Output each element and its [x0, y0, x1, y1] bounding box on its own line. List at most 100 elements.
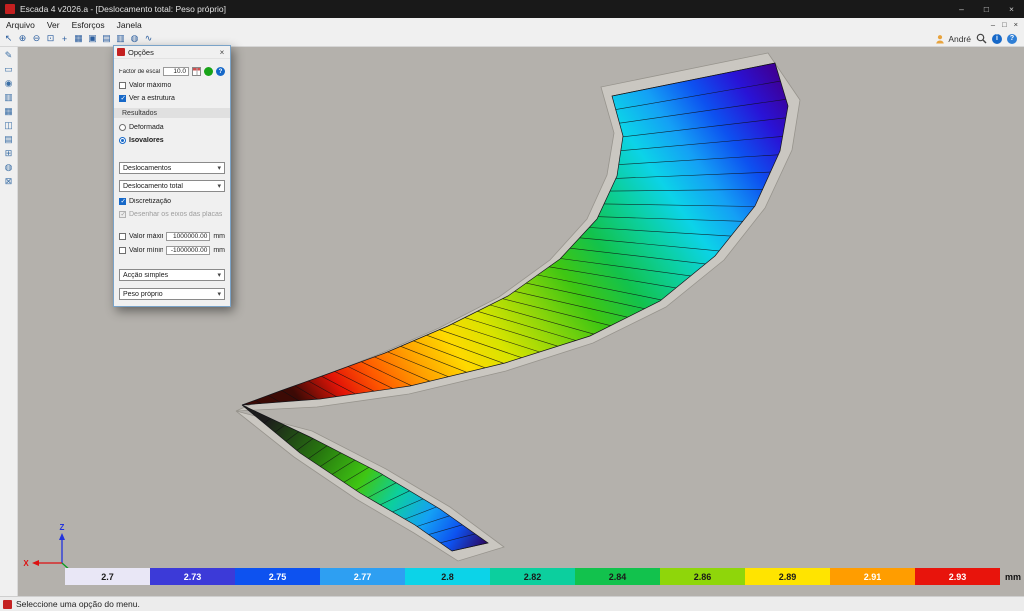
- dropdown-load-case[interactable]: Peso próprio ▾: [119, 288, 225, 300]
- left-toolbar: ✎▭◉▥▦◫▤⊞◍⊠: [0, 47, 18, 596]
- scale-factor-input[interactable]: 10.0: [163, 67, 189, 76]
- color-scale-segment: 2.73: [150, 568, 235, 585]
- color-scale-segment: 2.77: [320, 568, 405, 585]
- layers-icon[interactable]: ▥: [2, 91, 16, 104]
- app-icon: [5, 4, 15, 14]
- checkbox-display-max[interactable]: Valor máximo: [119, 81, 225, 89]
- axes-triad: Z X: [23, 523, 74, 574]
- titlebar: Escada 4 v2026.a - [Deslocamento total: …: [0, 0, 1024, 18]
- color-scale-segment: 2.75: [235, 568, 320, 585]
- print-icon[interactable]: ▤: [100, 32, 113, 45]
- checkbox-label: Valor máximo: [129, 82, 171, 89]
- axis-x-label: X: [23, 559, 29, 568]
- axis-z-label: Z: [60, 523, 65, 532]
- dropdown-value: Peso próprio: [123, 291, 163, 298]
- maximize-button[interactable]: □: [974, 0, 999, 18]
- checkbox-icon[interactable]: [119, 233, 126, 240]
- toolbar-right: André i ?: [935, 33, 1024, 44]
- dialog-body: Factor de escala para os deslocamentos 1…: [114, 59, 230, 306]
- grid-icon[interactable]: ▦: [72, 32, 85, 45]
- help-icon[interactable]: ?: [1007, 34, 1017, 44]
- toolbar-buttons: ↖⊕⊖⊡+▦▣▤▥◍∿: [2, 32, 156, 45]
- menu-esforços[interactable]: Esforços: [66, 20, 111, 30]
- table-icon[interactable]: [192, 67, 201, 76]
- pointer-icon[interactable]: ↖: [2, 32, 15, 45]
- isovalue-surface-main: [242, 63, 788, 405]
- loads-icon[interactable]: ⊞: [2, 147, 16, 160]
- min-value-input[interactable]: -1000000.00: [166, 246, 210, 255]
- checkbox-label: Valor máximo: [129, 233, 163, 240]
- checkbox-plate-axes: Desenhar os eixos das placas: [119, 210, 225, 218]
- info-icon[interactable]: i: [992, 34, 1002, 44]
- checkbox-discretization[interactable]: Discretização: [119, 197, 225, 205]
- dropdown-value: Deslocamento total: [123, 183, 183, 190]
- dialog-help-icon[interactable]: ?: [216, 67, 225, 76]
- copy-icon[interactable]: ▣: [86, 32, 99, 45]
- group-header-results: Resultados: [114, 108, 230, 118]
- dialog-close-icon[interactable]: ×: [217, 47, 227, 57]
- dropdown-action-type[interactable]: Acção simples ▾: [119, 269, 225, 281]
- scale-factor-row: Factor de escala para os deslocamentos 1…: [119, 67, 225, 76]
- radio-deformed[interactable]: Deformada: [119, 123, 225, 131]
- radio-label: Isovalores: [129, 137, 164, 144]
- materials-icon[interactable]: ▤: [2, 133, 16, 146]
- color-scale-segment: 2.84: [575, 568, 660, 585]
- user-name: André: [948, 34, 971, 44]
- menu-janela[interactable]: Janela: [111, 20, 148, 30]
- checkbox-show-structure[interactable]: Ver a estrutura: [119, 94, 225, 102]
- dropdown-result-type[interactable]: Deslocamentos ▾: [119, 162, 225, 174]
- window-title: Escada 4 v2026.a - [Deslocamento total: …: [20, 4, 949, 14]
- pan-icon[interactable]: +: [58, 32, 71, 45]
- layers-icon[interactable]: ▥: [114, 32, 127, 45]
- checkbox-label: Ver a estrutura: [129, 95, 175, 102]
- grid-icon[interactable]: ▦: [2, 105, 16, 118]
- chart-icon[interactable]: ∿: [142, 32, 155, 45]
- color-scale-unit: mm: [1005, 568, 1021, 585]
- color-scale-segment: 2.93: [915, 568, 1000, 585]
- mdi-restore-button[interactable]: □: [1002, 20, 1007, 29]
- settings-icon[interactable]: ⊠: [2, 175, 16, 188]
- max-value-row: Valor máximo 1000000.00 mm: [119, 232, 225, 241]
- dialog-title: Opções: [128, 48, 214, 57]
- search-icon[interactable]: [976, 33, 987, 44]
- chevron-down-icon: ▾: [217, 182, 221, 190]
- render-icon[interactable]: ◍: [128, 32, 141, 45]
- color-scale-segment: 2.86: [660, 568, 745, 585]
- apply-icon[interactable]: [204, 67, 213, 76]
- section-icon[interactable]: ◫: [2, 119, 16, 132]
- chevron-down-icon: ▾: [217, 164, 221, 172]
- checkbox-checked-icon: [119, 198, 126, 205]
- minimize-button[interactable]: –: [949, 0, 974, 18]
- menubar-items: ArquivoVerEsforçosJanela: [0, 18, 148, 31]
- statusbar: Seleccione uma opção do menu.: [0, 596, 1024, 611]
- results-icon[interactable]: ◍: [2, 161, 16, 174]
- user-icon: [935, 34, 945, 44]
- mdi-minimize-button[interactable]: –: [991, 20, 995, 29]
- status-icon: [3, 600, 12, 609]
- draw-icon[interactable]: ✎: [2, 49, 16, 62]
- zoom-out-icon[interactable]: ⊖: [30, 32, 43, 45]
- checkbox-icon[interactable]: [119, 247, 126, 254]
- zoom-window-icon[interactable]: ⊡: [44, 32, 57, 45]
- max-value-input[interactable]: 1000000.00: [166, 232, 210, 241]
- nodes-icon[interactable]: ▭: [2, 63, 16, 76]
- checkbox-icon: [119, 82, 126, 89]
- zoom-in-icon[interactable]: ⊕: [16, 32, 29, 45]
- scale-factor-label: Factor de escala para os deslocamentos: [119, 69, 160, 75]
- view-icon[interactable]: ◉: [2, 77, 16, 90]
- color-scale-segment: 2.82: [490, 568, 575, 585]
- dialog-app-icon: [117, 48, 125, 56]
- min-value-row: Valor mínimo -1000000.00 mm: [119, 246, 225, 255]
- menu-arquivo[interactable]: Arquivo: [0, 20, 41, 30]
- checkbox-label: Discretização: [129, 198, 171, 205]
- mdi-window-controls: – □ ×: [991, 20, 1024, 29]
- isovalue-surface-tail: [242, 405, 488, 551]
- dropdown-result-component[interactable]: Deslocamento total ▾: [119, 180, 225, 192]
- dialog-titlebar[interactable]: Opções ×: [114, 46, 230, 59]
- close-button[interactable]: ×: [999, 0, 1024, 18]
- mdi-close-button[interactable]: ×: [1014, 20, 1018, 29]
- menu-ver[interactable]: Ver: [41, 20, 66, 30]
- radio-isovalues[interactable]: Isovalores: [119, 136, 225, 144]
- user-chip[interactable]: André: [935, 34, 971, 44]
- checkbox-label: Desenhar os eixos das placas: [129, 211, 222, 218]
